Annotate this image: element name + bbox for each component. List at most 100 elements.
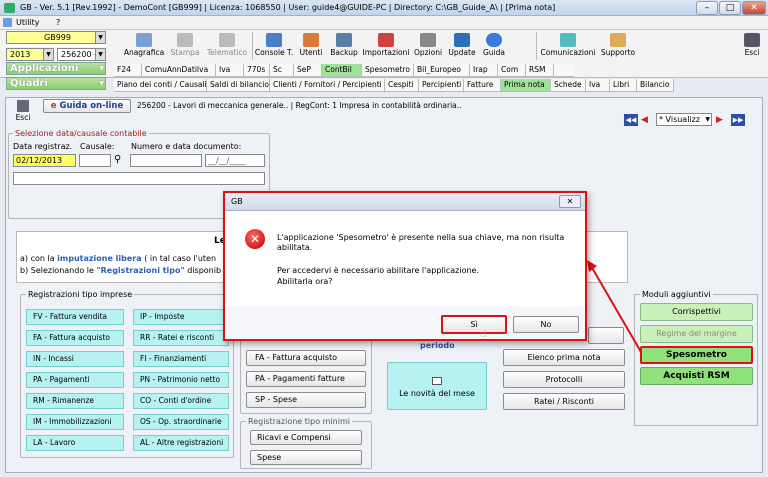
- tab-sc[interactable]: Sc: [270, 64, 294, 76]
- tab-sep[interactable]: SeP: [294, 64, 322, 76]
- importazioni-button[interactable]: Importazioni: [361, 32, 411, 60]
- descrizione-input[interactable]: [13, 172, 265, 185]
- console-button[interactable]: Console T.: [254, 32, 294, 60]
- tab-f24[interactable]: F24: [114, 64, 142, 76]
- ratei-risconti-button[interactable]: Ratei / Risconti: [503, 393, 625, 410]
- tab-libri[interactable]: Libri: [610, 79, 637, 91]
- causale-input[interactable]: [79, 154, 111, 167]
- supporto-button[interactable]: Supporto: [598, 32, 638, 60]
- tab-fatture[interactable]: Fatture: [464, 79, 501, 91]
- data-registrazione-input[interactable]: 02/12/2013: [13, 154, 76, 167]
- applicazioni-bar[interactable]: Applicazioni ▼: [6, 62, 106, 75]
- stampa-button[interactable]: Stampa: [168, 32, 202, 60]
- tab-schede[interactable]: Schede: [551, 79, 586, 91]
- tab-saldi[interactable]: Saldi di bilancio: [207, 79, 270, 91]
- tab-percipienti[interactable]: Percipienti: [419, 79, 464, 91]
- tab-bil-europeo[interactable]: Bil_Europeo: [414, 64, 470, 76]
- tab-cespiti[interactable]: Cespiti: [385, 79, 419, 91]
- close-button[interactable]: ✕: [742, 1, 766, 15]
- data-documento-input[interactable]: __/__/____: [205, 154, 265, 167]
- reg-pn-button[interactable]: PN - Patrimonio netto: [133, 372, 229, 388]
- nav-prev-icon[interactable]: ◀: [641, 114, 652, 126]
- reg-ip-button[interactable]: IP - Imposte: [133, 309, 229, 325]
- code-select[interactable]: 256200 - ▼: [57, 48, 106, 61]
- regime-margine-button[interactable]: Regime del margine: [640, 325, 753, 343]
- tab-spesometro[interactable]: Spesometro: [362, 64, 414, 76]
- yes-button[interactable]: Sì: [441, 315, 507, 334]
- dialog-message-1: L'applicazione 'Spesometro' è presente n…: [277, 233, 565, 242]
- reg-os-button[interactable]: OS - Op. straordinarie: [133, 414, 229, 430]
- reg-rr-button[interactable]: RR - Ratei e risconti: [133, 330, 229, 346]
- telematico-button[interactable]: Telematico: [204, 32, 250, 60]
- reg-mid-fa-button[interactable]: FA - Fattura acquisto: [246, 350, 366, 366]
- periodo-link[interactable]: periodo: [420, 341, 455, 350]
- minimize-button[interactable]: –: [696, 1, 718, 15]
- help-icon: [486, 33, 502, 47]
- import-icon: [378, 33, 394, 47]
- menu-utility[interactable]: Utility: [16, 18, 40, 27]
- tab-piano-conti[interactable]: Piano dei conti / Causali: [114, 79, 207, 91]
- tab-bilancio[interactable]: Bilancio: [637, 79, 674, 91]
- tab-irap[interactable]: Irap: [470, 64, 498, 76]
- acquisti-rsm-button[interactable]: Acquisti RSM: [640, 367, 753, 385]
- maximize-button[interactable]: □: [719, 1, 741, 15]
- reg-fa-button[interactable]: FA - Fattura acquisto: [26, 330, 124, 346]
- reg-pa-button[interactable]: PA - Pagamenti: [26, 372, 124, 388]
- reg-mid-sp-button[interactable]: SP - Spese: [246, 392, 366, 408]
- dialog-body: ✕ L'applicazione 'Spesometro' è presente…: [225, 211, 585, 307]
- visualizza-select[interactable]: * Visualizz ▼: [656, 113, 712, 126]
- reg-co-button[interactable]: CO - Conti d'ordine: [133, 393, 229, 409]
- protocolli-button[interactable]: Protocolli: [503, 371, 625, 388]
- tab-clienti[interactable]: Clienti / Fornitori / Percipienti: [270, 79, 385, 91]
- numero-documento-input[interactable]: [130, 154, 202, 167]
- spesometro-button[interactable]: Spesometro: [640, 346, 753, 364]
- app-icon: [4, 3, 15, 13]
- quadri-bar[interactable]: Quadri ▼: [6, 77, 106, 90]
- year-select[interactable]: 2013 ▼: [6, 48, 54, 61]
- update-button[interactable]: Update: [446, 32, 478, 60]
- reg-im-button[interactable]: IM - Immobilizzazioni: [26, 414, 124, 430]
- no-button[interactable]: No: [513, 316, 579, 333]
- menu-help[interactable]: ?: [56, 18, 60, 27]
- reg-la-button[interactable]: LA - Lavoro: [26, 435, 124, 451]
- dialog-message-3: Per accedervi è necessario abilitare l'a…: [277, 266, 480, 275]
- spese-button[interactable]: Spese: [250, 450, 362, 465]
- tab-com[interactable]: Com: [498, 64, 526, 76]
- tab-rsm[interactable]: RSM: [526, 64, 554, 76]
- data-label: Data registraz.: [13, 142, 73, 151]
- dialog-message-2: abilitata.: [277, 243, 313, 252]
- reg-al-button[interactable]: AL - Altre registrazioni: [133, 435, 229, 451]
- dialog-close-button[interactable]: ✕: [559, 195, 581, 208]
- tab-prima-nota[interactable]: Prima nota: [501, 79, 551, 91]
- esci-top-button[interactable]: Esci: [740, 32, 764, 60]
- tab-iva[interactable]: Iva: [216, 64, 244, 76]
- backup-button[interactable]: Backup: [328, 32, 360, 60]
- reg-fi-button[interactable]: FI - Finanziamenti: [133, 351, 229, 367]
- tab-iva-sub[interactable]: Iva: [586, 79, 610, 91]
- novita-mese-button[interactable]: Le novità del mese: [387, 362, 487, 410]
- ricavi-compensi-button[interactable]: Ricavi e Compensi: [250, 430, 362, 445]
- reg-rm-button[interactable]: RM - Rimanenze: [26, 393, 124, 409]
- nav-next-icon[interactable]: ▶: [716, 114, 727, 126]
- nav-last-icon[interactable]: ▶▶: [731, 114, 745, 126]
- company-select[interactable]: GB999 ▼: [6, 31, 106, 44]
- registrazione-minimi-label: Registrazione tipo minimi: [246, 417, 352, 426]
- corrispettivi-button[interactable]: Corrispettivi: [640, 303, 753, 321]
- esci-panel-button[interactable]: Esci: [12, 99, 34, 125]
- tab-770s[interactable]: 770s: [244, 64, 270, 76]
- reg-fv-button[interactable]: FV - Fattura vendita: [26, 309, 124, 325]
- reg-mid-pa-button[interactable]: PA - Pagamenti fatture: [246, 371, 366, 387]
- anagrafica-button[interactable]: Anagrafica: [120, 32, 168, 60]
- guida-online-button[interactable]: e Guida on-line: [43, 99, 131, 113]
- comunicazioni-button[interactable]: Comunicazioni: [540, 32, 596, 60]
- guida-button[interactable]: Guida: [480, 32, 508, 60]
- opzioni-button[interactable]: Opzioni: [412, 32, 444, 60]
- registrazioni-imprese-label: Registrazioni tipo imprese: [26, 290, 135, 299]
- tab-contbil[interactable]: ContBil: [322, 64, 362, 76]
- tab-comuanndatiiva[interactable]: ComuAnnDatiIva: [142, 64, 216, 76]
- cursor-hand-icon: ☝: [480, 327, 487, 340]
- search-icon[interactable]: ⚲: [114, 154, 121, 166]
- nav-first-icon[interactable]: ◀◀: [624, 114, 638, 126]
- utenti-button[interactable]: Utenti: [296, 32, 326, 60]
- reg-in-button[interactable]: IN - Incassi: [26, 351, 124, 367]
